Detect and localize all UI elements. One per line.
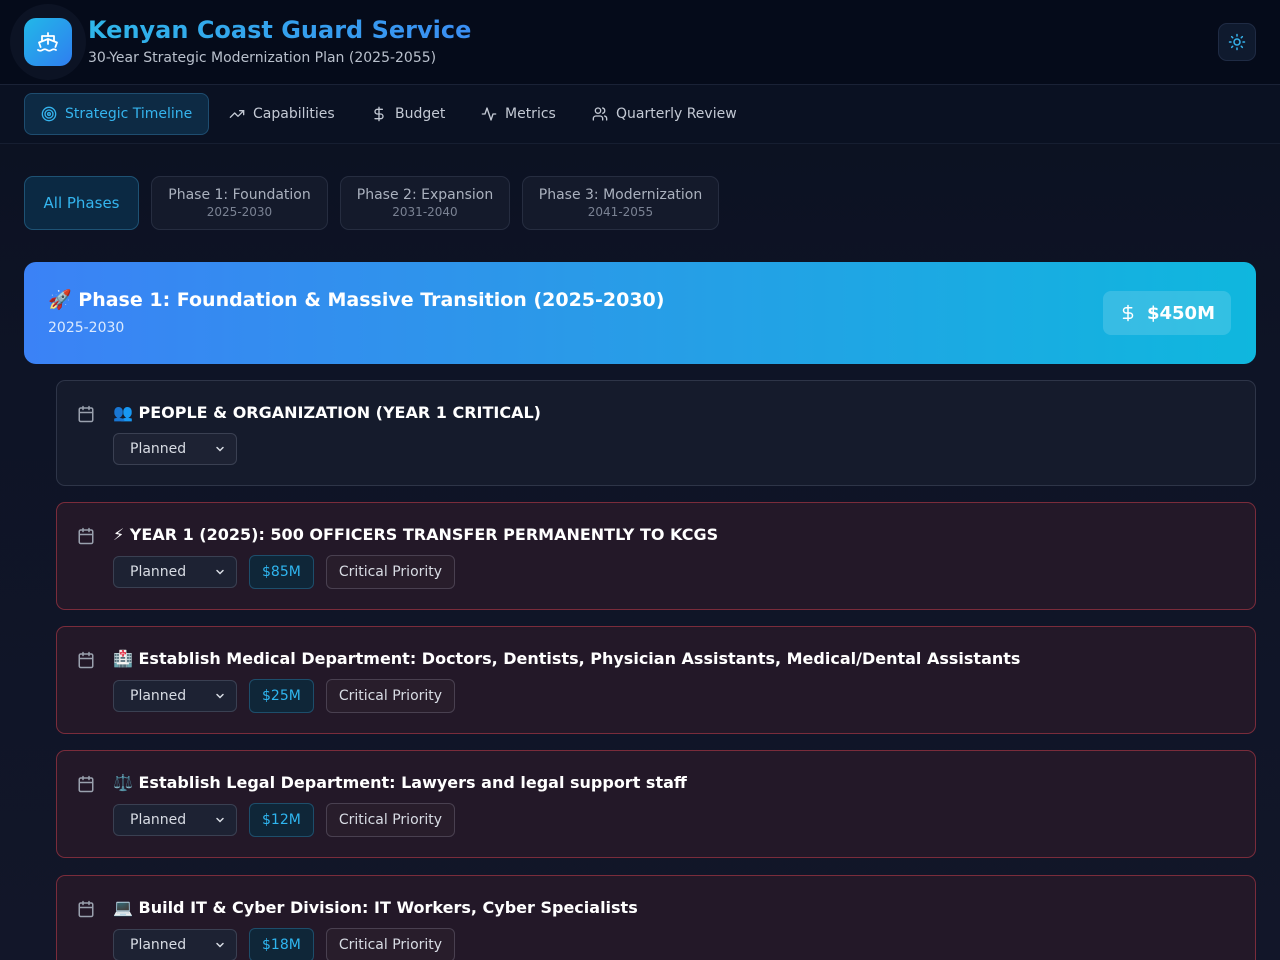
- users-icon: [592, 107, 608, 121]
- calendar-icon: [78, 900, 94, 918]
- item-title: 💻 Build IT & Cyber Division: IT Workers,…: [113, 898, 638, 917]
- status-value: Planned: [130, 441, 187, 457]
- status-select[interactable]: Planned: [113, 556, 237, 588]
- calendar-icon: [78, 527, 94, 545]
- filter-phase-2[interactable]: Phase 2: Expansion 2031-2040: [340, 176, 510, 230]
- item-title: ⚡ YEAR 1 (2025): 500 OFFICERS TRANSFER P…: [113, 525, 719, 544]
- activity-icon: [481, 107, 497, 121]
- item-title: ⚖️ Establish Legal Department: Lawyers a…: [113, 773, 687, 792]
- app-header: Kenyan Coast Guard Service 30-Year Strat…: [0, 0, 1280, 85]
- chevron-down-icon: [216, 446, 224, 452]
- phase-budget-badge: $450M: [1102, 291, 1231, 335]
- tab-label: Capabilities: [253, 106, 335, 122]
- tab-quarterly-review[interactable]: Quarterly Review: [576, 93, 753, 135]
- budget-tag: $18M: [249, 928, 314, 960]
- status-value: Planned: [130, 937, 187, 953]
- status-value: Planned: [130, 688, 187, 704]
- tab-budget[interactable]: Budget: [355, 93, 461, 135]
- timeline-item[interactable]: ⚡ YEAR 1 (2025): 500 OFFICERS TRANSFER P…: [56, 502, 1256, 610]
- tab-strategic-timeline[interactable]: Strategic Timeline: [24, 93, 210, 135]
- theme-toggle-button[interactable]: [1218, 23, 1256, 61]
- priority-tag: Critical Priority: [325, 928, 456, 960]
- status-select[interactable]: Planned: [113, 680, 237, 712]
- status-value: Planned: [130, 564, 187, 580]
- dollar-icon: [1122, 304, 1134, 322]
- priority-tag: Critical Priority: [325, 803, 456, 837]
- status-select[interactable]: Planned: [113, 433, 237, 465]
- priority-tag: Critical Priority: [325, 555, 456, 589]
- dollar-icon: [374, 106, 384, 122]
- trending-up-icon: [229, 110, 245, 118]
- tab-label: Quarterly Review: [616, 106, 737, 122]
- phase-years: 2025-2030: [48, 320, 125, 336]
- budget-tag: $25M: [249, 679, 314, 713]
- timeline-item[interactable]: 🏥 Establish Medical Department: Doctors,…: [56, 626, 1256, 734]
- filter-years: 2041-2055: [587, 205, 654, 219]
- app-subtitle: 30-Year Strategic Modernization Plan (20…: [88, 50, 437, 66]
- calendar-icon: [78, 651, 94, 669]
- timeline-item[interactable]: ⚖️ Establish Legal Department: Lawyers a…: [56, 750, 1256, 858]
- target-icon: [41, 106, 57, 122]
- filter-label: Phase 1: Foundation: [168, 187, 311, 203]
- sun-icon: [1228, 33, 1246, 51]
- tab-capabilities[interactable]: Capabilities: [213, 93, 351, 135]
- chevron-down-icon: [216, 693, 224, 699]
- chevron-down-icon: [216, 569, 224, 575]
- tab-metrics[interactable]: Metrics: [465, 93, 572, 135]
- timeline-item[interactable]: 👥 PEOPLE & ORGANIZATION (YEAR 1 CRITICAL…: [56, 380, 1256, 486]
- filter-label: Phase 2: Expansion: [356, 187, 494, 203]
- phase-banner[interactable]: 🚀 Phase 1: Foundation & Massive Transiti…: [24, 262, 1256, 364]
- calendar-icon: [78, 405, 94, 423]
- filter-label: Phase 3: Modernization: [538, 187, 703, 203]
- timeline-item[interactable]: 💻 Build IT & Cyber Division: IT Workers,…: [56, 875, 1256, 960]
- budget-tag: $85M: [249, 555, 314, 589]
- status-select[interactable]: Planned: [113, 929, 237, 960]
- status-value: Planned: [130, 812, 187, 828]
- tab-label: Strategic Timeline: [65, 106, 193, 122]
- chevron-down-icon: [216, 817, 224, 823]
- filter-label: All Phases: [43, 194, 120, 212]
- filter-phase-3[interactable]: Phase 3: Modernization 2041-2055: [522, 176, 719, 230]
- item-title: 🏥 Establish Medical Department: Doctors,…: [113, 649, 1021, 668]
- main-nav: Strategic Timeline Capabilities Budget M…: [0, 85, 1280, 144]
- tab-label: Budget: [395, 106, 446, 122]
- budget-tag: $12M: [249, 803, 314, 837]
- ship-icon: [24, 18, 72, 66]
- tab-label: Metrics: [505, 106, 556, 122]
- filter-all-phases[interactable]: All Phases: [24, 176, 139, 230]
- phase-title: 🚀 Phase 1: Foundation & Massive Transiti…: [48, 289, 665, 311]
- priority-tag: Critical Priority: [325, 679, 456, 713]
- calendar-icon: [78, 775, 94, 793]
- filter-years: 2025-2030: [206, 205, 273, 219]
- app-title: Kenyan Coast Guard Service: [88, 16, 472, 44]
- status-select[interactable]: Planned: [113, 804, 237, 836]
- item-title: 👥 PEOPLE & ORGANIZATION (YEAR 1 CRITICAL…: [113, 403, 541, 422]
- phase-budget-value: $450M: [1146, 302, 1215, 324]
- filter-phase-1[interactable]: Phase 1: Foundation 2025-2030: [151, 176, 328, 230]
- filter-years: 2031-2040: [392, 205, 458, 219]
- chevron-down-icon: [216, 942, 224, 948]
